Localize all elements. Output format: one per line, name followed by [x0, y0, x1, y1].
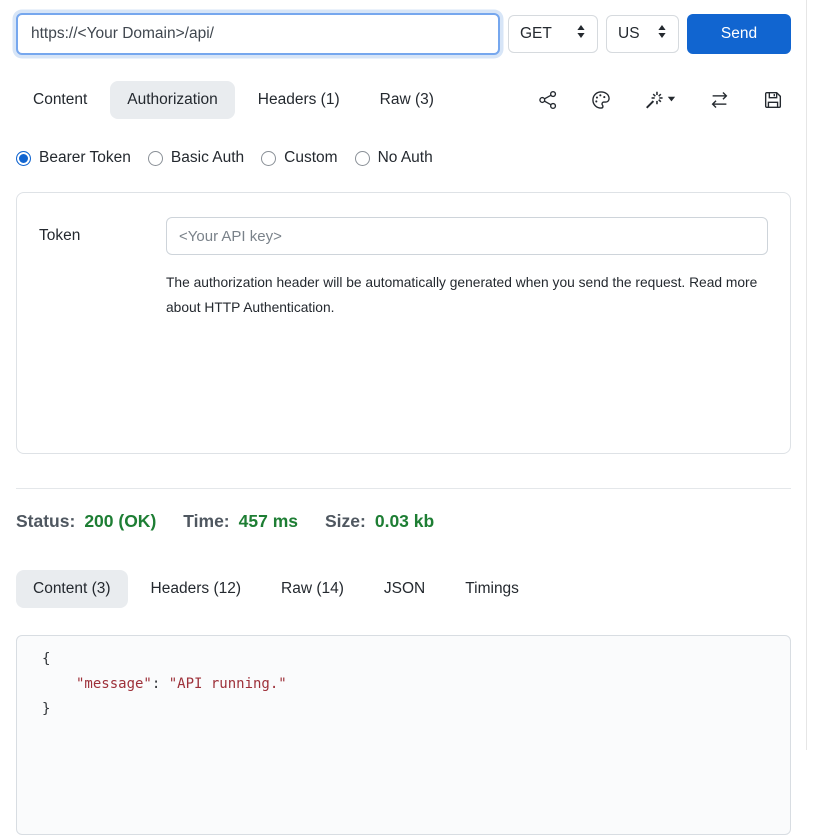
- json-colon: :: [152, 676, 169, 692]
- method-select[interactable]: GET: [508, 15, 598, 53]
- tab-response-headers[interactable]: Headers (12): [134, 570, 258, 608]
- palette-icon[interactable]: [590, 89, 612, 111]
- token-help-text: The authorization header will be automat…: [166, 270, 764, 320]
- json-message-line: "message": "API running.": [42, 672, 774, 697]
- radio-custom-label: Custom: [284, 149, 337, 167]
- swap-arrows-icon[interactable]: [708, 89, 731, 111]
- request-bar: GET US Send: [16, 13, 791, 55]
- region-select-value: US: [618, 25, 640, 43]
- tab-headers[interactable]: Headers (1): [241, 81, 357, 119]
- token-label: Token: [39, 227, 166, 245]
- tab-response-content[interactable]: Content (3): [16, 570, 128, 608]
- status-label: Status:: [16, 511, 75, 532]
- radio-unselected-icon: [355, 151, 370, 166]
- auth-type-row: Bearer Token Basic Auth Custom No Auth: [16, 149, 791, 167]
- tab-content[interactable]: Content: [16, 81, 104, 119]
- radio-basic-auth-label: Basic Auth: [171, 149, 244, 167]
- api-client-page: GET US Send Content Authorization Header…: [16, 0, 791, 835]
- url-input[interactable]: [16, 13, 500, 55]
- json-open-brace: {: [42, 647, 774, 672]
- region-select[interactable]: US: [606, 15, 679, 53]
- share-icon[interactable]: [537, 89, 559, 111]
- method-select-value: GET: [520, 25, 552, 43]
- time-label: Time:: [183, 511, 229, 532]
- up-down-arrows-icon: [657, 24, 667, 44]
- radio-unselected-icon: [261, 151, 276, 166]
- magic-wand-icon[interactable]: [643, 89, 677, 111]
- radio-basic-auth[interactable]: Basic Auth: [148, 149, 244, 167]
- response-tabs-row: Content (3) Headers (12) Raw (14) JSON T…: [16, 570, 791, 608]
- size-value: 0.03 kb: [375, 511, 434, 532]
- status-value: 200 (OK): [84, 511, 156, 532]
- send-button[interactable]: Send: [687, 14, 791, 54]
- radio-no-auth-label: No Auth: [378, 149, 433, 167]
- request-tabs-row: Content Authorization Headers (1) Raw (3…: [16, 81, 791, 119]
- tab-response-timings[interactable]: Timings: [448, 570, 536, 608]
- response-status-row: Status: 200 (OK) Time: 457 ms Size: 0.03…: [16, 511, 791, 532]
- up-down-arrows-icon: [576, 24, 586, 44]
- radio-no-auth[interactable]: No Auth: [355, 149, 433, 167]
- section-divider: [16, 488, 791, 489]
- radio-selected-icon: [16, 151, 31, 166]
- response-body[interactable]: { "message": "API running." }: [16, 635, 791, 835]
- tab-raw[interactable]: Raw (3): [363, 81, 451, 119]
- json-key: "message": [76, 676, 152, 692]
- json-close-brace: }: [42, 697, 774, 722]
- json-value: "API running.": [169, 676, 287, 692]
- tab-authorization[interactable]: Authorization: [110, 81, 234, 119]
- right-edge-divider: [806, 0, 807, 750]
- radio-custom[interactable]: Custom: [261, 149, 337, 167]
- token-input[interactable]: [166, 217, 768, 255]
- radio-unselected-icon: [148, 151, 163, 166]
- time-value: 457 ms: [239, 511, 298, 532]
- radio-bearer-token-label: Bearer Token: [39, 149, 131, 167]
- token-panel: Token The authorization header will be a…: [16, 192, 791, 454]
- tab-response-json[interactable]: JSON: [367, 570, 442, 608]
- toolbar-icon-group: [537, 89, 791, 111]
- tab-response-raw[interactable]: Raw (14): [264, 570, 361, 608]
- save-icon[interactable]: [762, 89, 784, 111]
- size-label: Size:: [325, 511, 366, 532]
- radio-bearer-token[interactable]: Bearer Token: [16, 149, 131, 167]
